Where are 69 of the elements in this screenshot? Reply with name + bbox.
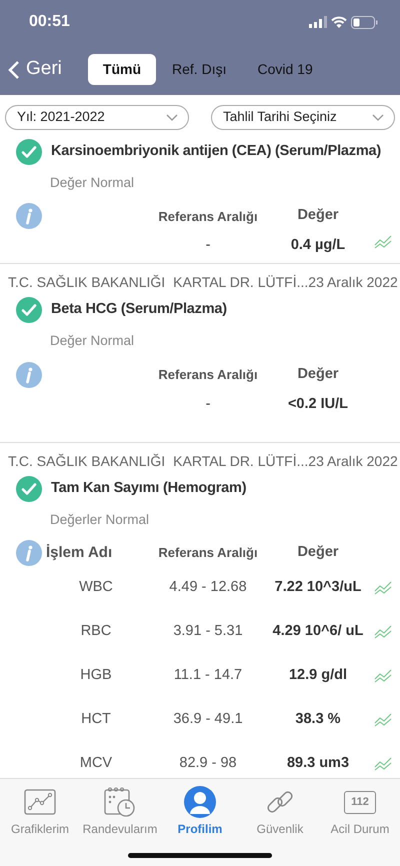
- chevron-left-icon: [8, 60, 20, 80]
- trend-chart-icon[interactable]: [374, 668, 392, 683]
- test-title: Beta HCG (Serum/Plazma): [51, 300, 227, 320]
- tab-bar-item[interactable]: Grafiklerim: [1, 786, 79, 838]
- result-value: 0.4 µg/L: [290, 236, 346, 256]
- institution-name: T.C. SAĞLIK BAKANLIĞI: [8, 452, 166, 470]
- result-value: 38.3 %: [294, 711, 342, 728]
- info-icon[interactable]: [16, 540, 42, 566]
- reference-range: 36.9 - 49.1: [172, 710, 244, 729]
- trend-chart-icon[interactable]: [374, 712, 392, 727]
- result-date: 23 Aralık 2022: [308, 273, 398, 292]
- column-header: Değer: [296, 364, 340, 384]
- test-name: RBC: [80, 622, 112, 641]
- result-value: 7.22 10^3/uL: [274, 579, 362, 596]
- segment-tab[interactable]: Ref. Dışı: [157, 54, 242, 85]
- reference-range: 4.49 - 12.68: [168, 578, 248, 597]
- reference-range: -: [204, 394, 212, 414]
- result-status: Değer Normal: [49, 332, 136, 350]
- trend-chart-icon[interactable]: [374, 235, 392, 250]
- column-header: Referans Aralığı: [157, 544, 259, 562]
- trend-chart-icon[interactable]: [374, 624, 392, 639]
- result-value: 4.29 10^6/ uL: [272, 623, 364, 640]
- tab-bar-item[interactable]: Randevularım: [81, 786, 159, 838]
- tab-bar-item[interactable]: Güvenlik: [241, 786, 319, 838]
- result-status: Değerler Normal: [49, 510, 150, 529]
- segment-tab[interactable]: Covid 19: [242, 54, 328, 85]
- column-header: Referans Aralığı: [157, 208, 259, 226]
- reference-range: 82.9 - 98: [178, 754, 238, 773]
- info-icon[interactable]: [16, 362, 42, 388]
- chevron-down-icon: [372, 114, 384, 121]
- calendar-clock-icon: [104, 787, 136, 817]
- battery-icon: [351, 16, 378, 28]
- wifi-icon: [331, 16, 347, 28]
- test-name: HGB: [79, 666, 113, 685]
- column-header: Değer: [296, 206, 340, 226]
- trend-chart-icon[interactable]: [374, 756, 392, 771]
- signal-icon: [309, 16, 327, 28]
- chevron-down-icon: [166, 114, 178, 121]
- tab-bar-item[interactable]: 112 Acil Durum: [321, 786, 399, 838]
- column-header: Değer: [296, 542, 340, 562]
- status-time: 00:51: [29, 12, 70, 32]
- test-title: Tam Kan Sayımı (Hemogram): [51, 478, 246, 498]
- column-header: Referans Aralığı: [157, 366, 259, 384]
- emergency-number-icon: 112: [344, 790, 376, 814]
- reference-range: 11.1 - 14.7: [172, 666, 244, 685]
- test-name: MCV: [78, 754, 114, 773]
- column-header: İşlem Adı: [46, 542, 114, 562]
- result-value: 12.9 g/dl: [288, 667, 348, 684]
- result-value: 89.3 um3: [286, 755, 350, 772]
- result-value: <0.2 IU/L: [286, 394, 350, 414]
- test-name: HCT: [80, 710, 112, 729]
- line-chart-icon: [24, 789, 56, 815]
- back-button[interactable]: Geri: [8, 55, 62, 84]
- test-name: WBC: [78, 578, 114, 597]
- result-status: Değer Normal: [49, 174, 136, 192]
- test-title: Karsinoembriyonik antijen (CEA) (Serum/Plazma): [51, 142, 382, 162]
- reference-range: -: [204, 236, 212, 256]
- reference-range: 3.91 - 5.31: [172, 622, 244, 641]
- dropdown-field[interactable]: Tahlil Tarihi Seçiniz: [211, 105, 395, 130]
- result-date: 23 Aralık 2022: [308, 452, 398, 470]
- dropdown-field[interactable]: Yıl: 2021-2022: [5, 105, 189, 130]
- institution-name: T.C. SAĞLIK BAKANLIĞI: [8, 273, 166, 292]
- hospital-name: KARTAL DR. LÜTFİ...: [173, 452, 308, 470]
- tab-bar-item[interactable]: Profilim: [161, 786, 239, 838]
- hospital-name: KARTAL DR. LÜTFİ...: [173, 273, 308, 292]
- trend-chart-icon[interactable]: [374, 580, 392, 595]
- segment-tab[interactable]: Tümü: [88, 54, 156, 85]
- info-icon[interactable]: [16, 203, 42, 230]
- person-icon: [184, 786, 216, 818]
